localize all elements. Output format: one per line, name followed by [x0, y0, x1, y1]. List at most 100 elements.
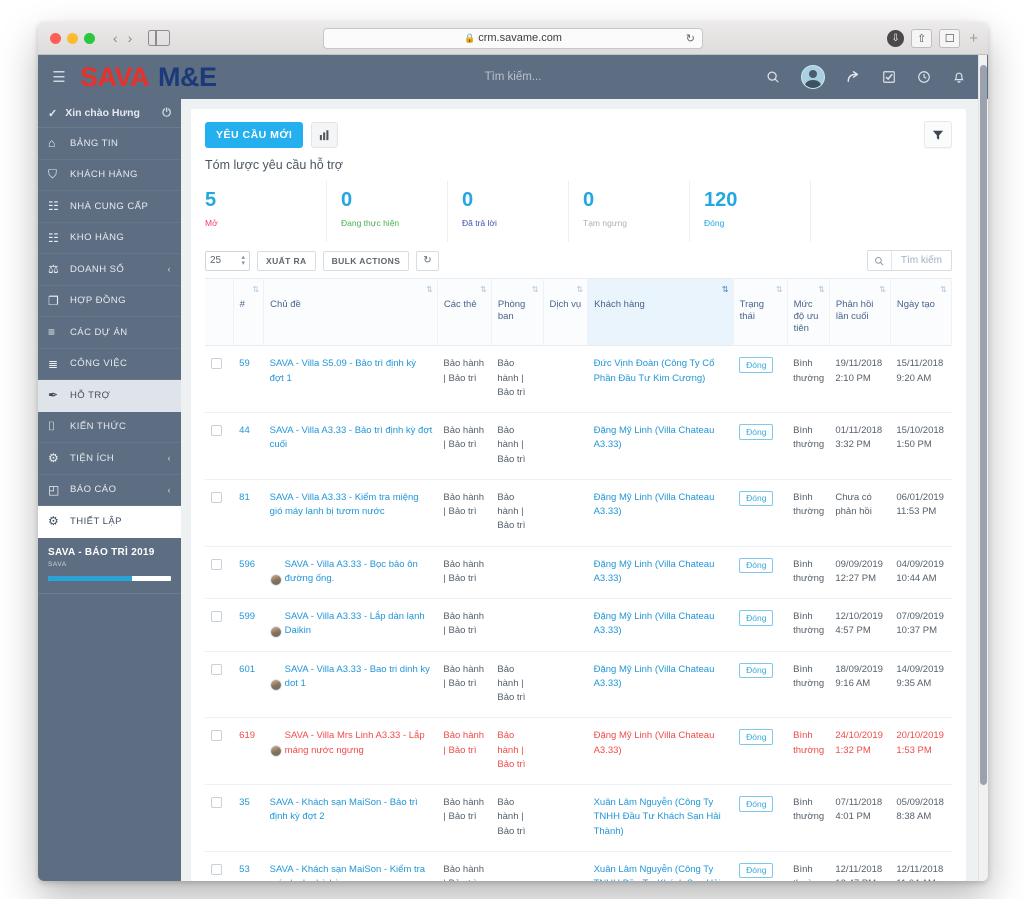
- table-row[interactable]: 59 SAVA - Villa S5.09 - Bảo trì định kỳ đ…: [205, 345, 952, 414]
- row-checkbox[interactable]: [211, 730, 222, 742]
- row-checkbox-cell[interactable]: [205, 412, 234, 480]
- sidebar-item-báo-cáo[interactable]: ◰ BÁO CÁO ‹: [38, 475, 181, 506]
- tags-column[interactable]: Các thẻ ⇅: [437, 278, 492, 347]
- bar-chart-icon[interactable]: [311, 121, 339, 148]
- forward-icon[interactable]: ›: [124, 30, 137, 46]
- row-id[interactable]: 599: [233, 598, 264, 652]
- tasks-check-icon[interactable]: [882, 70, 896, 84]
- table-row[interactable]: 599 SAVA - Villa A3.33 - Lắp dàn lạnh Dai…: [205, 598, 952, 652]
- row-id-text[interactable]: 619: [239, 730, 255, 741]
- global-search-input[interactable]: Tìm kiếm...: [485, 71, 542, 83]
- row-customer-text[interactable]: Đặng Mỹ Linh (Villa Chateau A3.33): [594, 425, 715, 450]
- priority-column[interactable]: Mức độ ưu tiên ⇅: [787, 278, 830, 347]
- export-button[interactable]: XUẤT RA: [257, 250, 316, 271]
- row-checkbox[interactable]: [211, 663, 222, 675]
- table-row[interactable]: 81 SAVA - Villa A3.33 - Kiểm tra miệng gi…: [205, 479, 952, 547]
- id-column[interactable]: # ⇅: [233, 278, 265, 347]
- row-customer-text[interactable]: Đặng Mỹ Linh (Villa Chateau A3.33): [594, 492, 715, 517]
- table-row[interactable]: 601 SAVA - Villa A3.33 - Bao tri dinh ky …: [205, 651, 952, 719]
- row-checkbox[interactable]: [211, 863, 222, 875]
- last-reply-column[interactable]: Phản hồi lần cuối ⇅: [829, 278, 891, 347]
- row-customer[interactable]: Xuân Lâm Nguyễn (Công Ty TNHH Đầu Tư Khá…: [587, 851, 734, 881]
- row-subject[interactable]: SAVA - Khách sạn MaiSon - Kiểm tra máy l…: [263, 851, 438, 881]
- row-customer-text[interactable]: Đặng Mỹ Linh (Villa Chateau A3.33): [594, 664, 715, 689]
- row-checkbox-cell[interactable]: [205, 651, 234, 719]
- row-checkbox-cell[interactable]: [205, 784, 234, 852]
- row-checkbox-cell[interactable]: [205, 479, 234, 547]
- table-search[interactable]: Tìm kiếm: [866, 250, 952, 271]
- search-icon[interactable]: [766, 70, 780, 84]
- sidebar-item-thiết-lập[interactable]: ⚙ THIẾT LẬP: [38, 506, 181, 538]
- row-customer[interactable]: Đặng Mỹ Linh (Villa Chateau A3.33): [587, 598, 734, 652]
- row-checkbox[interactable]: [211, 358, 222, 370]
- browser-nav-buttons[interactable]: ‹ ›: [109, 30, 136, 46]
- row-checkbox[interactable]: [211, 797, 222, 809]
- sidebar-project-card[interactable]: SAVA - BÁO TRÌ 2019 SAVA: [38, 538, 181, 594]
- row-customer[interactable]: Đặng Mỹ Linh (Villa Chateau A3.33): [587, 412, 734, 480]
- select-all-column[interactable]: [205, 278, 234, 347]
- row-customer-text[interactable]: Xuân Lâm Nguyễn (Công Ty TNHH Đầu Tư Khá…: [594, 864, 721, 881]
- summary-stat[interactable]: 0 Đang thực hiện: [326, 181, 447, 242]
- table-row[interactable]: 619 SAVA - Villa Mrs Linh A3.33 - Lắp mán…: [205, 717, 952, 786]
- sort-icon[interactable]: ⇅: [576, 285, 583, 295]
- row-id[interactable]: 59: [233, 345, 264, 414]
- row-id-text[interactable]: 44: [239, 425, 250, 436]
- row-customer-text[interactable]: Xuân Lâm Nguyễn (Công Ty TNHH Đầu Tư Khá…: [594, 797, 721, 837]
- row-id[interactable]: 53: [233, 851, 264, 881]
- downloads-icon[interactable]: ⇩: [887, 29, 905, 47]
- power-icon[interactable]: ⏻: [162, 107, 171, 120]
- minimize-window-button[interactable]: [67, 32, 78, 44]
- row-subject-text[interactable]: SAVA - Villa A3.33 - Bao tri dinh ky dot…: [285, 664, 430, 689]
- user-avatar[interactable]: [801, 65, 825, 89]
- row-customer-text[interactable]: Đặng Mỹ Linh (Villa Chateau A3.33): [594, 730, 715, 755]
- sort-icon[interactable]: ⇅: [426, 285, 433, 295]
- sort-icon[interactable]: ⇅: [252, 285, 259, 295]
- row-customer[interactable]: Đức Vịnh Đoàn (Công Ty Cổ Phần Đầu Tư Ki…: [587, 345, 734, 414]
- status-column[interactable]: Trạng thái ⇅: [733, 278, 788, 347]
- row-checkbox[interactable]: [211, 558, 222, 570]
- sidebar-item-công-việc[interactable]: ≣ CÔNG VIỆC: [38, 349, 181, 380]
- sort-icon[interactable]: ⇅: [818, 285, 825, 295]
- sort-icon[interactable]: ⇅: [940, 285, 947, 295]
- back-icon[interactable]: ‹: [109, 30, 122, 46]
- bulk-actions-button[interactable]: BULK ACTIONS: [322, 250, 410, 271]
- service-column[interactable]: Dịch vụ ⇅: [543, 278, 589, 347]
- app-logo[interactable]: SAVA M&E: [80, 62, 217, 93]
- share-arrow-icon[interactable]: [846, 70, 861, 84]
- window-controls[interactable]: [50, 32, 95, 44]
- row-subject[interactable]: SAVA - Khách sạn MaiSon - Bảo trì định k…: [263, 784, 438, 852]
- row-subject[interactable]: SAVA - Villa A3.33 - Bảo trì định kỳ đợt…: [263, 412, 438, 480]
- sidebar-item-hỗ-trợ[interactable]: ✒ HỖ TRỢ: [38, 380, 181, 412]
- row-id-text[interactable]: 599: [239, 611, 255, 622]
- row-checkbox-cell[interactable]: [205, 598, 234, 652]
- sidebar-item-doanh-số[interactable]: ⚖ DOANH SỐ ‹: [38, 254, 181, 286]
- scrollbar-thumb[interactable]: [980, 65, 987, 785]
- department-column[interactable]: Phòng ban ⇅: [491, 278, 544, 347]
- row-id[interactable]: 81: [233, 479, 264, 547]
- summary-stat[interactable]: 0 Tạm ngưng: [568, 181, 689, 242]
- row-checkbox-cell[interactable]: [205, 546, 234, 600]
- sort-icon[interactable]: ⇅: [722, 285, 729, 295]
- sidebar-item-tiện-ích[interactable]: ⚙ TIỆN ÍCH ‹: [38, 443, 181, 475]
- share-icon[interactable]: ⇧: [911, 28, 933, 48]
- address-bar[interactable]: 🔒 crm.savame.com ↻: [323, 27, 703, 49]
- row-subject-text[interactable]: SAVA - Villa Mrs Linh A3.33 - Lắp máng n…: [285, 730, 425, 755]
- row-subject[interactable]: SAVA - Villa A3.33 - Bọc bảo ôn đường ốn…: [263, 546, 438, 600]
- table-search-input[interactable]: Tìm kiếm: [892, 255, 951, 266]
- page-size-select[interactable]: 25 ▴ ▾: [205, 250, 250, 271]
- row-subject-text[interactable]: SAVA - Khách sạn MaiSon - Kiểm tra máy l…: [270, 864, 425, 881]
- refresh-icon[interactable]: ↻: [416, 250, 440, 271]
- row-checkbox[interactable]: [211, 425, 222, 437]
- row-customer[interactable]: Đặng Mỹ Linh (Villa Chateau A3.33): [587, 651, 734, 719]
- row-id-text[interactable]: 596: [239, 559, 255, 570]
- row-id-text[interactable]: 601: [239, 664, 255, 675]
- row-checkbox-cell[interactable]: [205, 851, 234, 881]
- page-scrollbar[interactable]: [978, 55, 987, 881]
- sidebar-item-kiến-thức[interactable]: ⌷ KIẾN THỨC: [38, 412, 181, 443]
- table-row[interactable]: 53 SAVA - Khách sạn MaiSon - Kiểm tra máy…: [205, 851, 952, 881]
- row-subject[interactable]: SAVA - Villa Mrs Linh A3.33 - Lắp máng n…: [263, 717, 438, 786]
- row-customer-text[interactable]: Đặng Mỹ Linh (Villa Chateau A3.33): [594, 611, 715, 636]
- row-id[interactable]: 619: [233, 717, 264, 786]
- clock-icon[interactable]: [917, 70, 931, 84]
- row-checkbox-cell[interactable]: [205, 717, 234, 786]
